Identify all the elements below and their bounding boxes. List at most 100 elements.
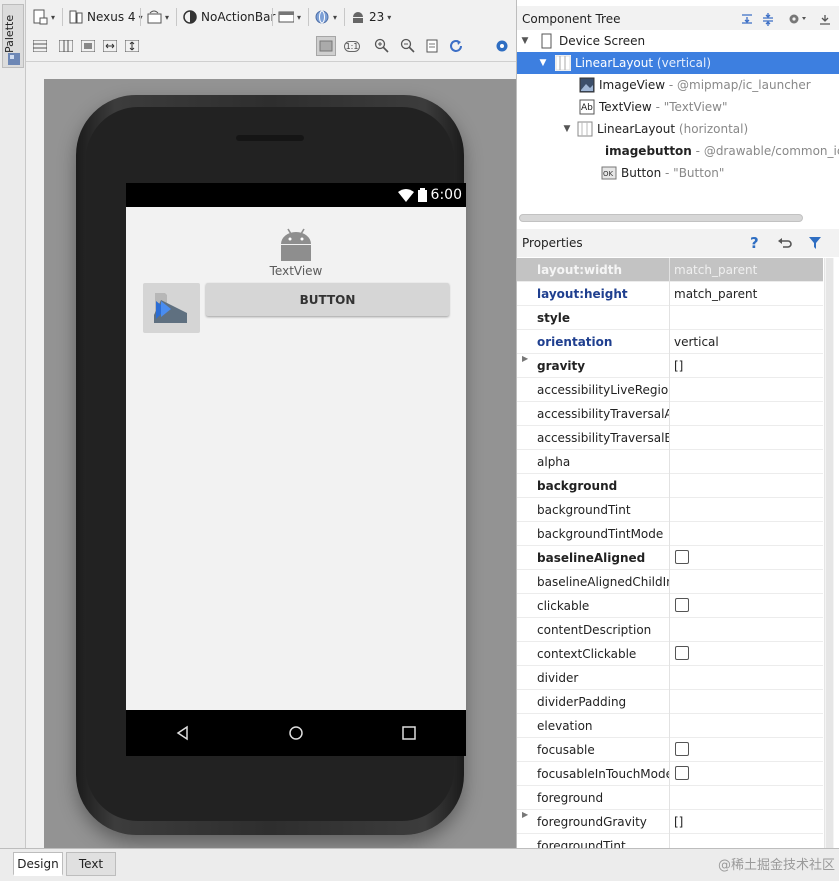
- home-icon[interactable]: [288, 725, 304, 741]
- tab-text[interactable]: Text: [66, 852, 116, 876]
- layout-list-button[interactable]: [30, 36, 50, 56]
- filter-icon[interactable]: [808, 236, 822, 250]
- help-icon[interactable]: ?: [750, 234, 759, 252]
- property-row[interactable]: orientation vertical: [517, 330, 823, 354]
- property-name: foregroundTint: [537, 838, 626, 849]
- actual-size-button[interactable]: 1:1: [342, 36, 362, 56]
- property-row[interactable]: baselineAligned: [517, 546, 823, 570]
- property-value[interactable]: []: [672, 815, 683, 829]
- property-row[interactable]: background: [517, 474, 823, 498]
- property-row[interactable]: contentDescription: [517, 618, 823, 642]
- property-value[interactable]: match_parent: [672, 287, 757, 301]
- undo-icon[interactable]: [777, 236, 793, 250]
- property-row[interactable]: ▶ foregroundGravity[]: [517, 810, 823, 834]
- hide-panel-icon[interactable]: [818, 12, 832, 26]
- device-icon: [69, 10, 83, 24]
- tree-item-label: TextView: [599, 100, 652, 114]
- tree-item-detail: - "TextView": [655, 100, 728, 114]
- property-checkbox[interactable]: [675, 550, 689, 564]
- property-row[interactable]: accessibilityTraversalBefore: [517, 426, 823, 450]
- linear-layout-horizontal-icon: [577, 121, 593, 137]
- zoom-in-button[interactable]: [372, 36, 392, 56]
- zoom-fit-button[interactable]: [316, 36, 336, 56]
- property-row[interactable]: foregroundTint: [517, 834, 823, 848]
- tree-item-linearlayout-vertical[interactable]: ▼ LinearLayout (vertical): [517, 52, 839, 74]
- width-button[interactable]: [100, 36, 120, 56]
- property-value[interactable]: []: [672, 359, 683, 373]
- tree-horizontal-scrollbar[interactable]: [519, 214, 803, 222]
- columns-button[interactable]: [56, 36, 76, 56]
- property-row[interactable]: contextClickable: [517, 642, 823, 666]
- properties-vertical-scrollbar[interactable]: [824, 258, 834, 848]
- device-screen-icon: [539, 33, 555, 49]
- tree-item-imagebutton[interactable]: imagebutton - @drawable/common_ic_: [517, 140, 839, 162]
- property-row[interactable]: style: [517, 306, 823, 330]
- tree-item-textview[interactable]: Ab TextView - "TextView": [517, 96, 839, 118]
- property-checkbox[interactable]: [675, 742, 689, 756]
- tree-item-button[interactable]: OK Button - "Button": [517, 162, 839, 184]
- property-row[interactable]: layout:width match_parent: [517, 258, 823, 282]
- property-checkbox[interactable]: [675, 766, 689, 780]
- property-name: backgroundTint: [537, 502, 631, 517]
- property-value[interactable]: match_parent: [672, 263, 757, 277]
- zoom-out-button[interactable]: [398, 36, 418, 56]
- svg-text:OK: OK: [603, 170, 614, 178]
- expand-all-icon[interactable]: [740, 12, 754, 26]
- device-selector[interactable]: Nexus 4 ▾: [68, 6, 143, 28]
- property-row[interactable]: layout:height match_parent: [517, 282, 823, 306]
- tree-item-detail: - @mipmap/ic_launcher: [668, 78, 811, 92]
- property-value[interactable]: vertical: [672, 335, 719, 349]
- locale-selector[interactable]: ▾: [314, 6, 337, 28]
- property-name: baselineAlignedChildIndex: [537, 574, 669, 589]
- property-row[interactable]: focusableInTouchMode: [517, 762, 823, 786]
- property-row[interactable]: foreground: [517, 786, 823, 810]
- property-row[interactable]: baselineAlignedChildIndex: [517, 570, 823, 594]
- settings-button[interactable]: [492, 36, 512, 56]
- tree-item-detail: - "Button": [665, 166, 725, 180]
- property-name: focusableInTouchMode: [537, 766, 669, 781]
- property-row[interactable]: focusable: [517, 738, 823, 762]
- api-selector[interactable]: 23 ▾: [350, 6, 391, 28]
- image-button[interactable]: [143, 283, 200, 333]
- android-launcher-icon[interactable]: [278, 225, 314, 261]
- tree-item-imageview[interactable]: ImageView - @mipmap/ic_launcher: [517, 74, 839, 96]
- recents-icon[interactable]: [401, 725, 417, 741]
- property-row[interactable]: accessibilityTraversalAfter: [517, 402, 823, 426]
- api-label: 23: [369, 10, 385, 24]
- back-icon[interactable]: [175, 725, 191, 741]
- theme-selector[interactable]: NoActionBar: [182, 6, 275, 28]
- new-layout-button[interactable]: ▾: [32, 6, 55, 28]
- property-row[interactable]: backgroundTint: [517, 498, 823, 522]
- tree-item-linearlayout-horizontal[interactable]: ▼ LinearLayout (horizontal): [517, 118, 839, 140]
- button[interactable]: BUTTON: [206, 283, 449, 316]
- button-icon: OK: [601, 165, 617, 181]
- tree-settings-icon[interactable]: [788, 12, 808, 26]
- wifi-icon: [397, 188, 414, 202]
- property-row[interactable]: backgroundTintMode: [517, 522, 823, 546]
- list-icon: [33, 40, 47, 52]
- fit-screen-icon: [319, 40, 333, 52]
- activity-selector[interactable]: ▾: [278, 6, 301, 28]
- property-row[interactable]: ▶ gravity[]: [517, 354, 823, 378]
- zoom-in-icon: [374, 38, 389, 53]
- collapse-all-icon[interactable]: [761, 12, 775, 26]
- tree-item-device-screen[interactable]: ▼ Device Screen: [517, 30, 839, 52]
- property-row[interactable]: dividerPadding: [517, 690, 823, 714]
- property-checkbox[interactable]: [675, 646, 689, 660]
- rotate-icon: [147, 10, 162, 24]
- property-checkbox[interactable]: [675, 598, 689, 612]
- grid-button[interactable]: [78, 36, 98, 56]
- textview-icon: Ab: [579, 99, 595, 115]
- property-row[interactable]: elevation: [517, 714, 823, 738]
- height-button[interactable]: [122, 36, 142, 56]
- vertical-resize-icon: [125, 40, 139, 52]
- property-row[interactable]: divider: [517, 666, 823, 690]
- property-name: style: [537, 310, 570, 325]
- orientation-selector[interactable]: ▾: [146, 6, 169, 28]
- property-row[interactable]: accessibilityLiveRegion: [517, 378, 823, 402]
- refresh-button[interactable]: [446, 36, 466, 56]
- property-row[interactable]: alpha: [517, 450, 823, 474]
- tab-design[interactable]: Design: [13, 852, 63, 876]
- capture-button[interactable]: [422, 36, 442, 56]
- property-row[interactable]: clickable: [517, 594, 823, 618]
